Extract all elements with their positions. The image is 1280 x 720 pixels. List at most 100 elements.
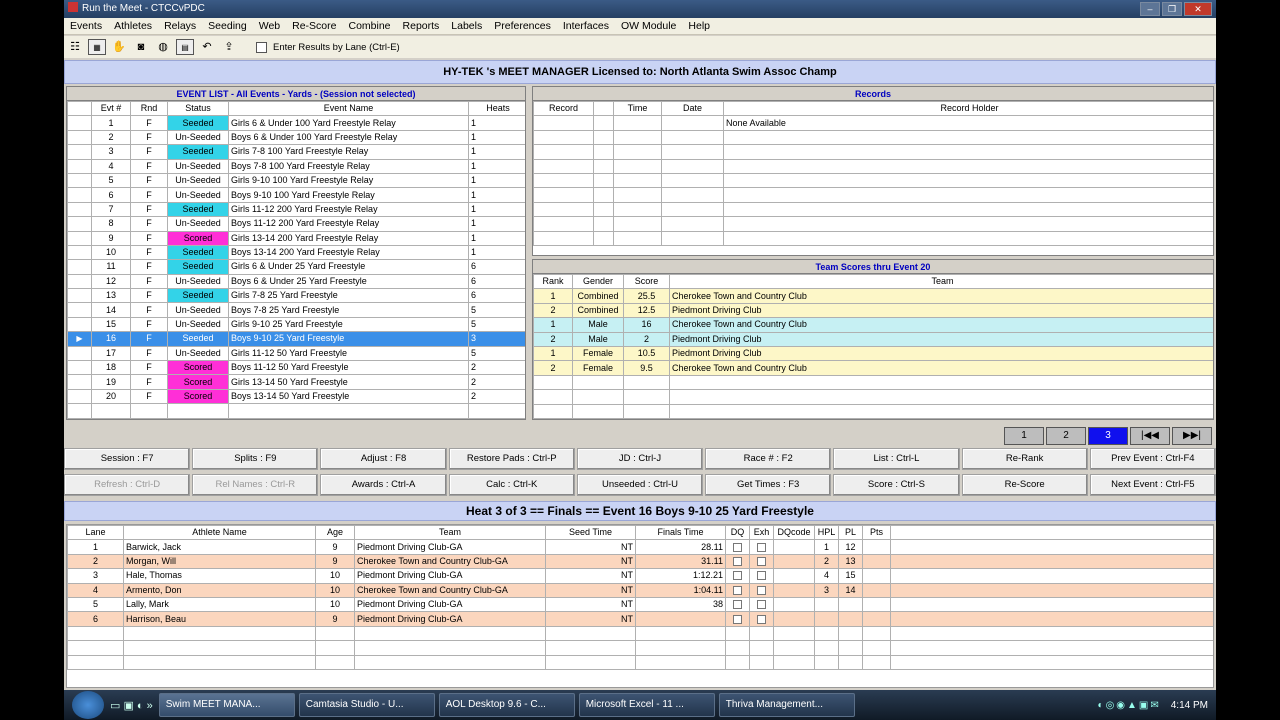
result-row[interactable]: 3 Hale, Thomas 10 Piedmont Driving Club-GA N… [67, 568, 1213, 584]
calc-button[interactable]: Calc : Ctrl-K [448, 474, 575, 496]
next-event-button[interactable]: Next Event : Ctrl-F5 [1089, 474, 1216, 496]
finals-time-input[interactable]: 31.11 [635, 553, 726, 570]
dq-checkbox[interactable] [733, 557, 742, 567]
taskbar-item[interactable]: Camtasia Studio - U... [298, 693, 435, 717]
dq-checkbox[interactable] [733, 571, 742, 581]
event-row[interactable]: 20 F Scored Boys 13-14 50 Yard Freestyle 2 [67, 388, 525, 405]
event-row[interactable]: 5 F Un-Seeded Girls 9-10 100 Yard Freestyle… [67, 172, 525, 189]
restore-pads-button[interactable]: Restore Pads : Ctrl-P [448, 448, 575, 470]
dq-code[interactable] [773, 596, 815, 613]
event-row[interactable]: 14 F Un-Seeded Boys 7-8 25 Yard Freestyle 5 [67, 302, 525, 318]
grid-icon[interactable]: ☷ [66, 39, 84, 55]
enter-by-lane-checkbox[interactable] [256, 41, 267, 53]
finals-time-input[interactable]: 38 [635, 596, 726, 613]
menu-athletes[interactable]: Athletes [108, 18, 158, 35]
taskbar-item[interactable]: Swim MEET MANA... [158, 693, 295, 717]
database-icon[interactable]: ▦ [88, 39, 106, 55]
taskbar-item[interactable]: AOL Desktop 9.6 - C... [438, 693, 575, 717]
exh-checkbox[interactable] [757, 557, 766, 567]
taskbar-item[interactable]: Thriva Management... [718, 693, 855, 717]
result-row[interactable]: 1 Barwick, Jack 9 Piedmont Driving Club-GA N… [67, 539, 1213, 555]
undo-icon[interactable]: ↶ [198, 39, 216, 55]
result-row[interactable]: 5 Lally, Mark 10 Piedmont Driving Club-GA NT… [67, 596, 1213, 613]
event-row[interactable]: 1 F Seeded Girls 6 & Under 100 Yard Freesty… [67, 115, 525, 131]
heat-page-button[interactable]: |◀◀ [1130, 427, 1170, 445]
event-row[interactable]: 2 F Un-Seeded Boys 6 & Under 100 Yard Frees… [67, 129, 525, 146]
unseeded-button[interactable]: Unseeded : Ctrl-U [576, 474, 704, 496]
exh-checkbox[interactable] [757, 614, 766, 624]
re-rank-button[interactable]: Re-Rank [961, 448, 1088, 470]
dq-code[interactable] [773, 539, 815, 555]
event-row[interactable]: 3 F Seeded Girls 7-8 100 Yard Freestyle Rel… [67, 144, 525, 160]
heat-page-button[interactable]: 3 [1088, 427, 1128, 445]
dq-code[interactable] [773, 611, 815, 627]
menu-ow-module[interactable]: OW Module [615, 18, 682, 35]
tray-icons[interactable]: ◐◎◉▲▣✉ [1098, 700, 1161, 711]
athlete-name[interactable]: Hale, Thomas [123, 568, 316, 584]
result-row[interactable]: 2 Morgan, Will 9 Cherokee Town and Country … [67, 553, 1213, 570]
camera-icon[interactable]: ◙ [132, 39, 150, 55]
menu-reports[interactable]: Reports [397, 18, 446, 35]
adjust-button[interactable]: Adjust : F8 [320, 448, 447, 470]
event-row[interactable]: 17 F Un-Seeded Girls 11-12 50 Yard Freestyl… [67, 345, 525, 362]
handshake-icon[interactable]: ✋ [110, 39, 128, 55]
exh-checkbox[interactable] [757, 571, 766, 581]
menu-re-score[interactable]: Re-Score [286, 18, 342, 35]
jd-button[interactable]: JD : Ctrl-J [576, 448, 704, 470]
event-row[interactable]: 11 F Seeded Girls 6 & Under 25 Yard Freesty… [67, 259, 525, 275]
event-row[interactable]: 9 F Scored Girls 13-14 200 Yard Freestyle R… [67, 230, 525, 246]
menu-combine[interactable]: Combine [342, 18, 396, 35]
athlete-name[interactable]: Harrison, Beau [123, 611, 316, 627]
score-button[interactable]: Score : Ctrl-S [833, 474, 960, 496]
close-button[interactable]: ✕ [1184, 2, 1212, 16]
athlete-name[interactable]: Morgan, Will [123, 553, 316, 570]
taskbar-item[interactable]: Microsoft Excel - 11 ... [578, 693, 715, 717]
event-row[interactable]: 19 F Scored Girls 13-14 50 Yard Freestyle 2 [67, 374, 525, 390]
prev-event-button[interactable]: Prev Event : Ctrl-F4 [1089, 448, 1216, 470]
folder-up-icon[interactable]: ⇪ [220, 39, 238, 55]
event-row[interactable]: 7 F Seeded Girls 11-12 200 Yard Freestyle R… [67, 201, 525, 218]
minimize-button[interactable]: – [1140, 2, 1160, 16]
result-row[interactable]: 4 Armento, Don 10 Cherokee Town and Country… [67, 582, 1213, 598]
event-row[interactable]: 6 F Un-Seeded Boys 9-10 100 Yard Freestyle … [67, 187, 525, 203]
splits-button[interactable]: Splits : F9 [192, 448, 319, 470]
re-score-button[interactable]: Re-Score [961, 474, 1088, 496]
event-row[interactable]: 8 F Un-Seeded Boys 11-12 200 Yard Freestyle… [67, 216, 525, 232]
get-times-button[interactable]: Get Times : F3 [705, 474, 832, 496]
timer-icon[interactable]: ◍ [154, 39, 172, 55]
dq-code[interactable] [773, 582, 815, 598]
session-button[interactable]: Session : F7 [64, 448, 191, 470]
finals-time-input[interactable]: 1:04.11 [635, 582, 726, 598]
heat-page-button[interactable]: 2 [1046, 427, 1086, 445]
heat-page-button[interactable]: 1 [1004, 427, 1044, 445]
menu-preferences[interactable]: Preferences [488, 18, 557, 35]
event-row[interactable]: 13 F Seeded Girls 7-8 25 Yard Freestyle 6 [67, 288, 525, 304]
dq-checkbox[interactable] [733, 600, 742, 610]
dq-checkbox[interactable] [733, 585, 742, 595]
athlete-name[interactable]: Lally, Mark [123, 596, 316, 613]
dq-checkbox[interactable] [733, 614, 742, 624]
dq-checkbox[interactable] [733, 542, 742, 552]
event-row[interactable]: ▶ 16 F Seeded Boys 9-10 25 Yard Freestyle 3 [67, 331, 525, 347]
finals-time-input[interactable]: 28.11 [635, 539, 726, 555]
maximize-button[interactable]: ❐ [1162, 2, 1182, 16]
rel-names-button[interactable]: Rel Names : Ctrl-R [192, 474, 319, 496]
event-row[interactable]: 12 F Un-Seeded Boys 6 & Under 25 Yard Frees… [67, 273, 525, 290]
menu-labels[interactable]: Labels [445, 18, 488, 35]
event-row[interactable]: 18 F Scored Boys 11-12 50 Yard Freestyle 2 [67, 360, 525, 376]
menu-interfaces[interactable]: Interfaces [557, 18, 615, 35]
event-row[interactable]: 15 F Un-Seeded Girls 9-10 25 Yard Freestyle… [67, 316, 525, 333]
race--button[interactable]: Race # : F2 [705, 448, 832, 470]
quick-launch-icons[interactable]: ▭ ▣ ◐ » [110, 699, 153, 712]
scoreboard-icon[interactable]: ▤ [176, 39, 194, 55]
athlete-name[interactable]: Armento, Don [123, 582, 316, 598]
event-row[interactable]: 4 F Un-Seeded Boys 7-8 100 Yard Freestyle R… [67, 158, 525, 174]
finals-time-input[interactable]: 1:12.21 [635, 568, 726, 584]
start-button[interactable] [72, 691, 104, 719]
event-row[interactable]: 10 F Seeded Boys 13-14 200 Yard Freestyle R… [67, 244, 525, 261]
dq-code[interactable] [773, 553, 815, 570]
menu-web[interactable]: Web [253, 18, 286, 35]
list-button[interactable]: List : Ctrl-L [833, 448, 960, 470]
refresh-button[interactable]: Refresh : Ctrl-D [64, 474, 191, 496]
menu-help[interactable]: Help [682, 18, 716, 35]
